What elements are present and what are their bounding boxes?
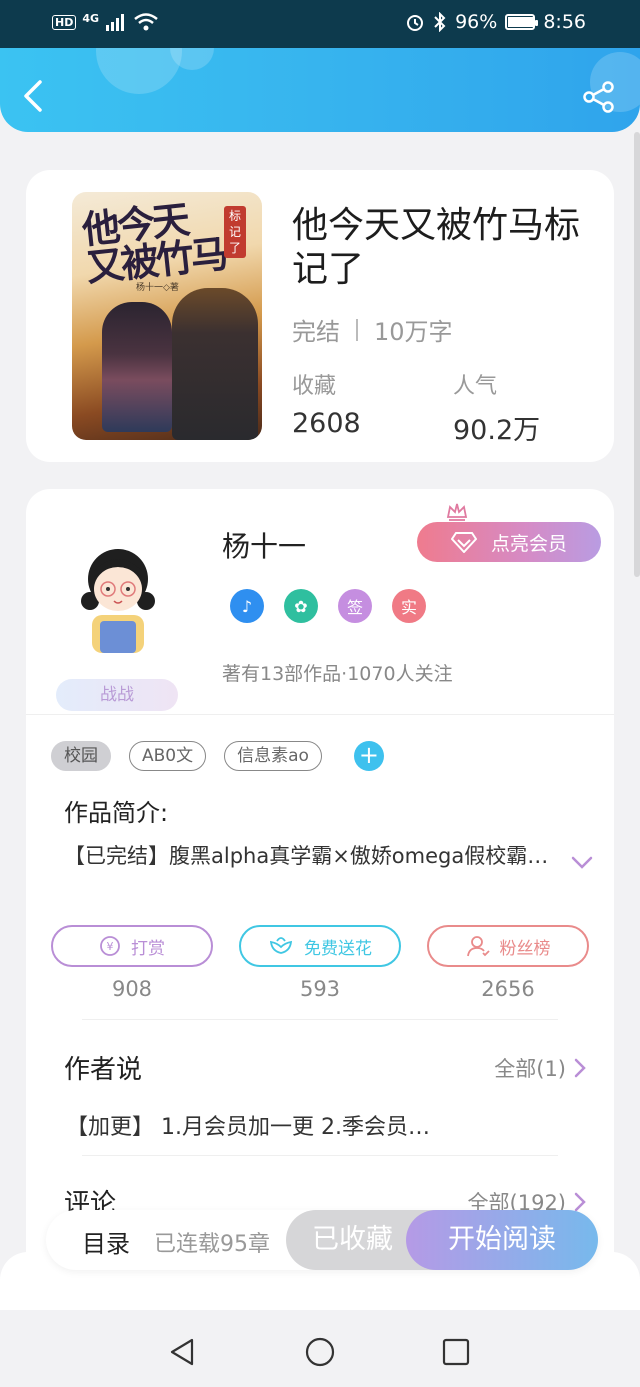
alarm-icon (407, 15, 424, 31)
fan-ranking-button[interactable]: 粉丝榜 (427, 925, 589, 967)
send-flower-button[interactable]: 免费送花 (239, 925, 401, 967)
signal-icon (106, 14, 125, 31)
flower-icon (269, 937, 293, 954)
crown-icon (446, 503, 468, 521)
svg-text:¥: ¥ (107, 940, 114, 953)
vip-button-label: 点亮会员 (490, 532, 567, 555)
author-badges: ♪ ✿ 签 实 (230, 589, 426, 623)
author-meta: 著有13部作品·1070人关注 (222, 663, 453, 685)
toc-button[interactable]: 目录 (82, 1224, 130, 1259)
divider (26, 714, 614, 715)
collect-label: 收藏 (292, 374, 337, 399)
handshake-icon[interactable]: ✿ (284, 589, 318, 623)
start-reading-button[interactable]: 开始阅读 (406, 1210, 598, 1270)
hd-badge: HD (52, 14, 77, 30)
book-cover[interactable]: 他今天 又被竹马 标记了 杨十一◇著 (72, 192, 262, 440)
chevron-right-icon (574, 1058, 586, 1078)
share-icon[interactable] (582, 80, 616, 114)
book-details-card: 战战 杨十一 点亮会员 ♪ ✿ 签 实 著有13部作品·1070人关注 校园 A… (26, 489, 614, 1289)
reading-bar: 目录 已连载95章 已收藏 开始阅读 (46, 1210, 598, 1270)
wifi-icon (134, 13, 158, 31)
system-nav-bar (0, 1310, 640, 1387)
battery-fill (508, 17, 534, 27)
nav-home-icon[interactable] (304, 1336, 336, 1368)
popularity-label: 人气 (453, 374, 498, 399)
book-title: 他今天又被竹马标记了 (292, 205, 581, 290)
fan-count: 2656 (481, 977, 535, 1001)
tip-button[interactable]: ¥ 打赏 (51, 925, 213, 967)
top-bar (0, 48, 640, 132)
tag-list: 校园 AB0文 信息素ao + (51, 741, 384, 771)
scrollbar[interactable] (634, 132, 640, 577)
clock: 8:56 (543, 11, 586, 33)
tip-label: 打赏 (131, 938, 165, 959)
battery-percent: 96% (455, 11, 498, 33)
nickname-tag: 战战 (56, 679, 178, 711)
send-flower-label: 免费送花 (304, 938, 372, 959)
sign-icon[interactable]: 签 (338, 589, 372, 623)
user-icon (466, 936, 490, 957)
status-left: HD 4G (52, 12, 159, 32)
author-says-more[interactable]: 全部(1) (494, 1053, 586, 1083)
chevron-right-icon (574, 1192, 586, 1212)
author-says-content[interactable]: 【加更】 1.月会员加一更 2.季会员… (66, 1109, 430, 1141)
author-avatar[interactable] (76, 543, 160, 653)
popularity-value: 90.2万 (453, 415, 541, 446)
intro-title: 作品简介: (64, 799, 169, 827)
divider (82, 1019, 558, 1020)
book-info-card: 他今天 又被竹马 标记了 杨十一◇著 他今天又被竹马标记了 完结 10万字 收藏 … (26, 170, 614, 462)
cover-title: 他今天 又被竹马 (79, 196, 228, 291)
author-says-more-label: 全部(1) (494, 1057, 566, 1081)
tip-count: 908 (111, 977, 153, 1001)
author-name[interactable]: 杨十一 (222, 525, 306, 565)
nav-recents-icon[interactable] (440, 1336, 472, 1368)
serial-status: 已连载95章 (154, 1232, 270, 1257)
music-note-icon[interactable]: ♪ (230, 589, 264, 623)
cover-byline: 杨十一◇著 (136, 283, 179, 293)
bluetooth-icon (434, 12, 446, 32)
cover-figure (102, 302, 172, 432)
decor-bubble (96, 48, 182, 94)
network-label: 4G (82, 11, 100, 25)
flower-count: 593 (299, 977, 341, 1001)
word-count: 10万字 (374, 318, 453, 346)
back-icon[interactable] (18, 78, 48, 114)
chevron-down-icon[interactable] (570, 855, 594, 871)
add-tag-button[interactable]: + (353, 741, 384, 771)
vip-button[interactable]: 点亮会员 (417, 522, 601, 562)
cover-badge: 标记了 (224, 206, 246, 258)
tag-item[interactable]: 信息素ao (224, 741, 322, 771)
divider (82, 1155, 558, 1156)
tag-item[interactable]: AB0文 (129, 741, 207, 771)
verified-icon[interactable]: 实 (392, 589, 426, 623)
status-bar: HD 4G 96% 8:56 (0, 0, 640, 48)
author-says-title: 作者说 (64, 1055, 143, 1085)
collect-value: 2608 (292, 408, 361, 439)
divider (356, 318, 358, 341)
book-status: 完结 10万字 (292, 312, 453, 347)
cover-figure (172, 288, 258, 440)
fan-ranking-label: 粉丝榜 (499, 938, 551, 959)
diamond-icon (450, 532, 477, 553)
status-right: 96% 8:56 (405, 11, 586, 33)
coin-icon: ¥ (100, 936, 120, 956)
battery-icon (505, 14, 539, 30)
nav-back-icon[interactable] (166, 1336, 198, 1368)
completion-status: 完结 (292, 318, 340, 346)
intro-text[interactable]: 【已完结】腹黑alpha真学霸×傲娇omega假校霸… (64, 841, 554, 871)
tag-item[interactable]: 校园 (51, 741, 111, 771)
